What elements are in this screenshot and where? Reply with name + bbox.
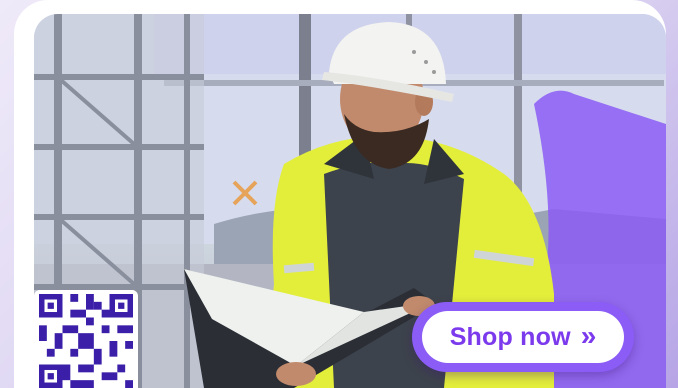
shop-now-label: Shop now bbox=[449, 322, 571, 351]
double-chevron-right-icon: » bbox=[580, 319, 597, 351]
shop-now-button[interactable]: Shop now » bbox=[412, 302, 634, 372]
qr-code[interactable] bbox=[34, 290, 138, 388]
qr-code-icon bbox=[39, 294, 133, 388]
shop-now-inner[interactable]: Shop now » bbox=[422, 311, 624, 363]
